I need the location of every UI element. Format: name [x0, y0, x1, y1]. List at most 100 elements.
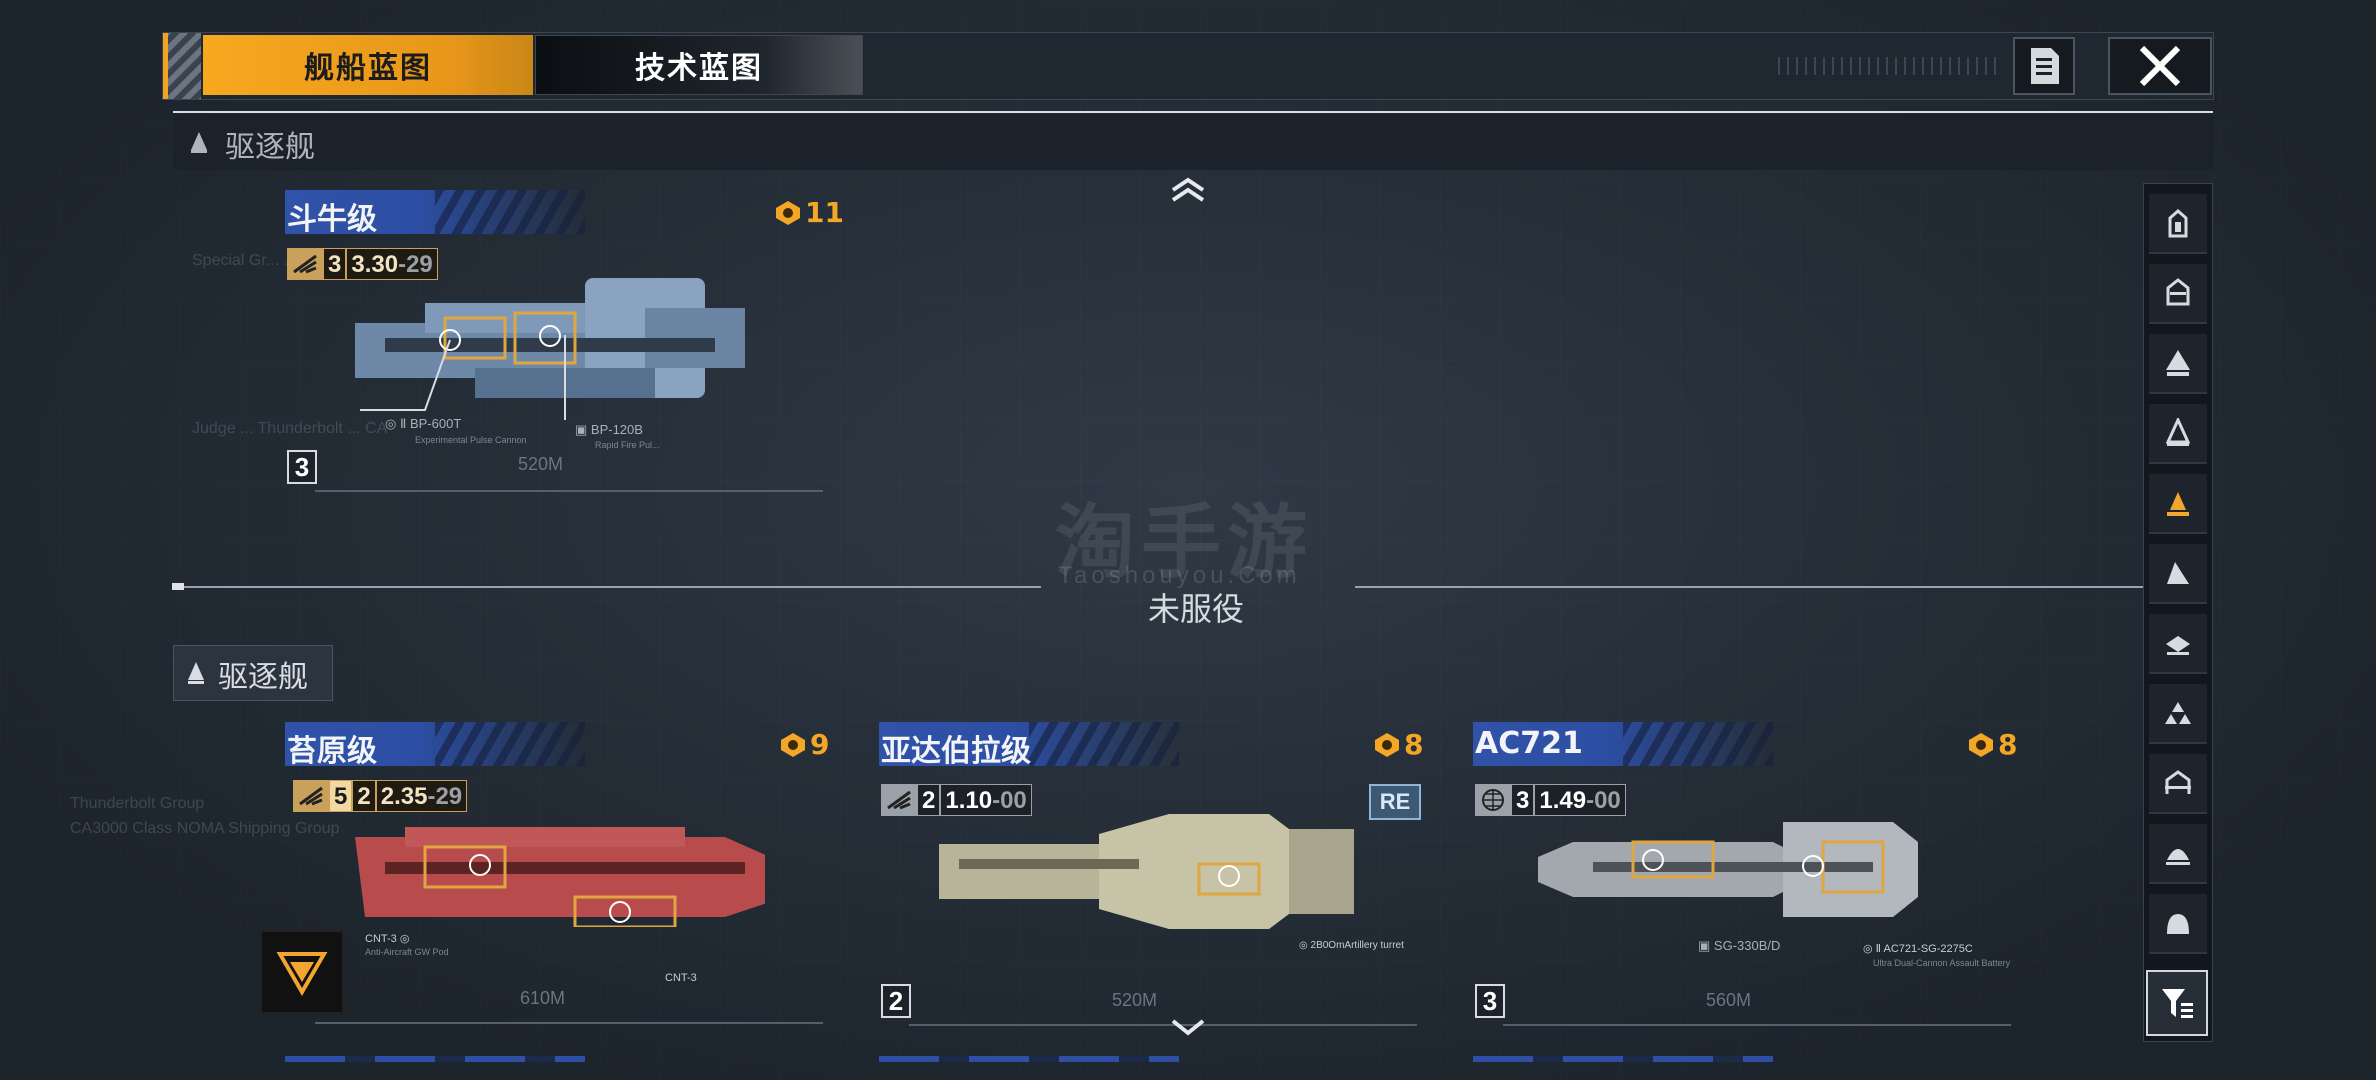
filter-frigate[interactable] — [2149, 404, 2207, 464]
next-card-bar — [285, 1056, 585, 1062]
ship-length: 520M — [1112, 990, 1158, 1010]
chevron-down-icon — [1171, 1019, 1205, 1036]
blueprint-cost-icon — [781, 732, 805, 757]
ship-image-yadabola — [939, 814, 1354, 929]
weapon-desc: Anti-Aircraft GW Pod — [365, 947, 449, 957]
blueprint-cost-icon — [1375, 732, 1399, 757]
ship-length: 560M — [1706, 990, 1752, 1010]
weapon-leader-lines — [360, 339, 451, 411]
close-icon — [2139, 45, 2181, 87]
next-card-bar — [879, 1056, 1179, 1062]
divider-label: 未服役 — [1148, 590, 1245, 628]
insignia-icon — [276, 952, 328, 996]
filter-hull-a[interactable] — [2149, 824, 2207, 884]
weapon-desc: Ultra Dual-Cannon Assault Battery — [1873, 958, 2011, 968]
filter-corvette[interactable] — [2149, 544, 2207, 604]
weapon-label: CNT-3 ◎ — [365, 933, 410, 945]
ship-class-icon — [881, 784, 917, 816]
ship-name: AC721 — [1475, 726, 1583, 761]
globe-icon — [1475, 784, 1511, 816]
length-baseline — [909, 1024, 1417, 1026]
stat-level: 3 — [323, 248, 347, 280]
ship-name: 斗牛级 — [287, 202, 377, 237]
divider-right — [1355, 586, 2143, 588]
ship-card-yadabola[interactable]: 亚达伯拉级 8 2 1.10-00 RE ◎ 2B0OmArtillery tu… — [879, 722, 1423, 1027]
destroyer-icon — [188, 662, 204, 684]
station-icon — [2165, 770, 2191, 794]
filter-hull-b[interactable] — [2149, 894, 2207, 954]
section-header-active: 驱逐舰 — [173, 114, 2213, 170]
stripe-decoration — [163, 33, 201, 99]
blueprint-cost-icon — [776, 200, 800, 225]
weapon-label: ◎ 2B0OmArtillery turret — [1299, 940, 1404, 951]
weapon-leader-line — [564, 335, 566, 420]
bg-text: Thunderbolt Group — [70, 795, 205, 812]
divider-end-mark — [172, 583, 184, 590]
cost-value: 11 — [805, 196, 844, 229]
scroll-down-button[interactable] — [1168, 1015, 1208, 1041]
document-button[interactable] — [2013, 37, 2075, 95]
scroll-up-button[interactable] — [1168, 176, 1208, 202]
carrier-icon — [2166, 278, 2190, 306]
length-baseline — [315, 490, 823, 492]
section-label: 驱逐舰 — [218, 660, 308, 695]
ship-card-doniu[interactable]: 斗牛级 11 3 3.30-29 ◎ Ⅱ BP-600T Experimenta… — [285, 190, 844, 495]
tier-badge: 3 — [1475, 984, 1505, 1018]
ship-class-icon — [287, 248, 323, 280]
filter-menu-button[interactable] — [2146, 970, 2208, 1036]
destroyer-icon — [191, 132, 207, 153]
document-icon — [2031, 48, 2059, 84]
commander-badge[interactable] — [260, 930, 344, 1014]
ship-card-ac721[interactable]: AC721 8 3 1.49-00 ▣ SG-330B/D ◎ Ⅱ AC721-… — [1473, 722, 2017, 1027]
cost: 9 — [780, 728, 829, 761]
ship-length: 610M — [520, 988, 566, 1008]
weapon-label: CNT-3 — [665, 972, 697, 984]
stat-level: 3 — [1511, 784, 1535, 816]
battleship-icon — [2168, 209, 2188, 238]
weapon-desc: Experimental Pulse Cannon — [415, 435, 527, 445]
ship-class-icon — [293, 780, 329, 812]
tab-ship-blueprint[interactable]: 舰船蓝图 — [203, 35, 533, 95]
ship-name: 亚达伯拉级 — [881, 734, 1031, 769]
filter-cruiser[interactable] — [2149, 334, 2207, 394]
corvette-icon — [2167, 562, 2189, 584]
length-baseline — [1503, 1024, 2011, 1026]
funnel-icon — [2162, 989, 2193, 1018]
ship-type-filter — [2143, 183, 2213, 1042]
weapon-label: ▣ BP-120B — [575, 422, 643, 437]
dome-icon — [2167, 914, 2189, 934]
cruiser-icon — [2166, 350, 2190, 376]
section-header-unserved: 驱逐舰 — [173, 645, 333, 701]
tab-tech-blueprint[interactable]: 技术蓝图 — [535, 35, 863, 95]
weapon-label: ◎ Ⅱ AC721-SG-2275C — [1863, 943, 1973, 955]
weapon-label: ◎ Ⅱ BP-600T — [385, 416, 462, 431]
filter-carrier[interactable] — [2149, 264, 2207, 324]
filter-aux[interactable] — [2149, 614, 2207, 674]
section-top-line — [173, 111, 2213, 113]
tier-badge: 3 — [287, 450, 317, 484]
length-baseline — [315, 1022, 823, 1024]
filter-destroyer-active[interactable] — [2149, 474, 2207, 534]
weapon-desc: Rapid Fire Pul... — [595, 440, 660, 450]
accent-mark — [163, 33, 168, 99]
cost: 8 — [1968, 728, 2017, 761]
divider-left — [173, 586, 1041, 588]
ship-image-ac721 — [1538, 822, 1918, 917]
cost-value: 8 — [1404, 728, 1424, 761]
destroyer-icon — [2167, 492, 2189, 516]
ship-card-taiyuan[interactable]: 苔原级 9 5 2 2.35-29 CNT-3 ◎ Anti-Aircraft … — [285, 722, 829, 1027]
close-button[interactable] — [2108, 37, 2212, 95]
frigate-icon — [2165, 418, 2191, 446]
next-card-bar — [1473, 1056, 1773, 1062]
aux-ship-icon — [2166, 636, 2190, 655]
re-badge: RE — [1369, 784, 1421, 820]
cost-value: 9 — [810, 728, 830, 761]
hull-icon — [2166, 849, 2190, 865]
weapon-label: ▣ SG-330B/D — [1698, 938, 1781, 953]
ship-name: 苔原级 — [287, 734, 377, 769]
filter-fighters[interactable] — [2149, 684, 2207, 744]
tick-decoration — [1778, 57, 1998, 75]
filter-station[interactable] — [2149, 754, 2207, 814]
filter-battleship[interactable] — [2149, 194, 2207, 254]
top-bar: 舰船蓝图 技术蓝图 — [162, 32, 2214, 100]
